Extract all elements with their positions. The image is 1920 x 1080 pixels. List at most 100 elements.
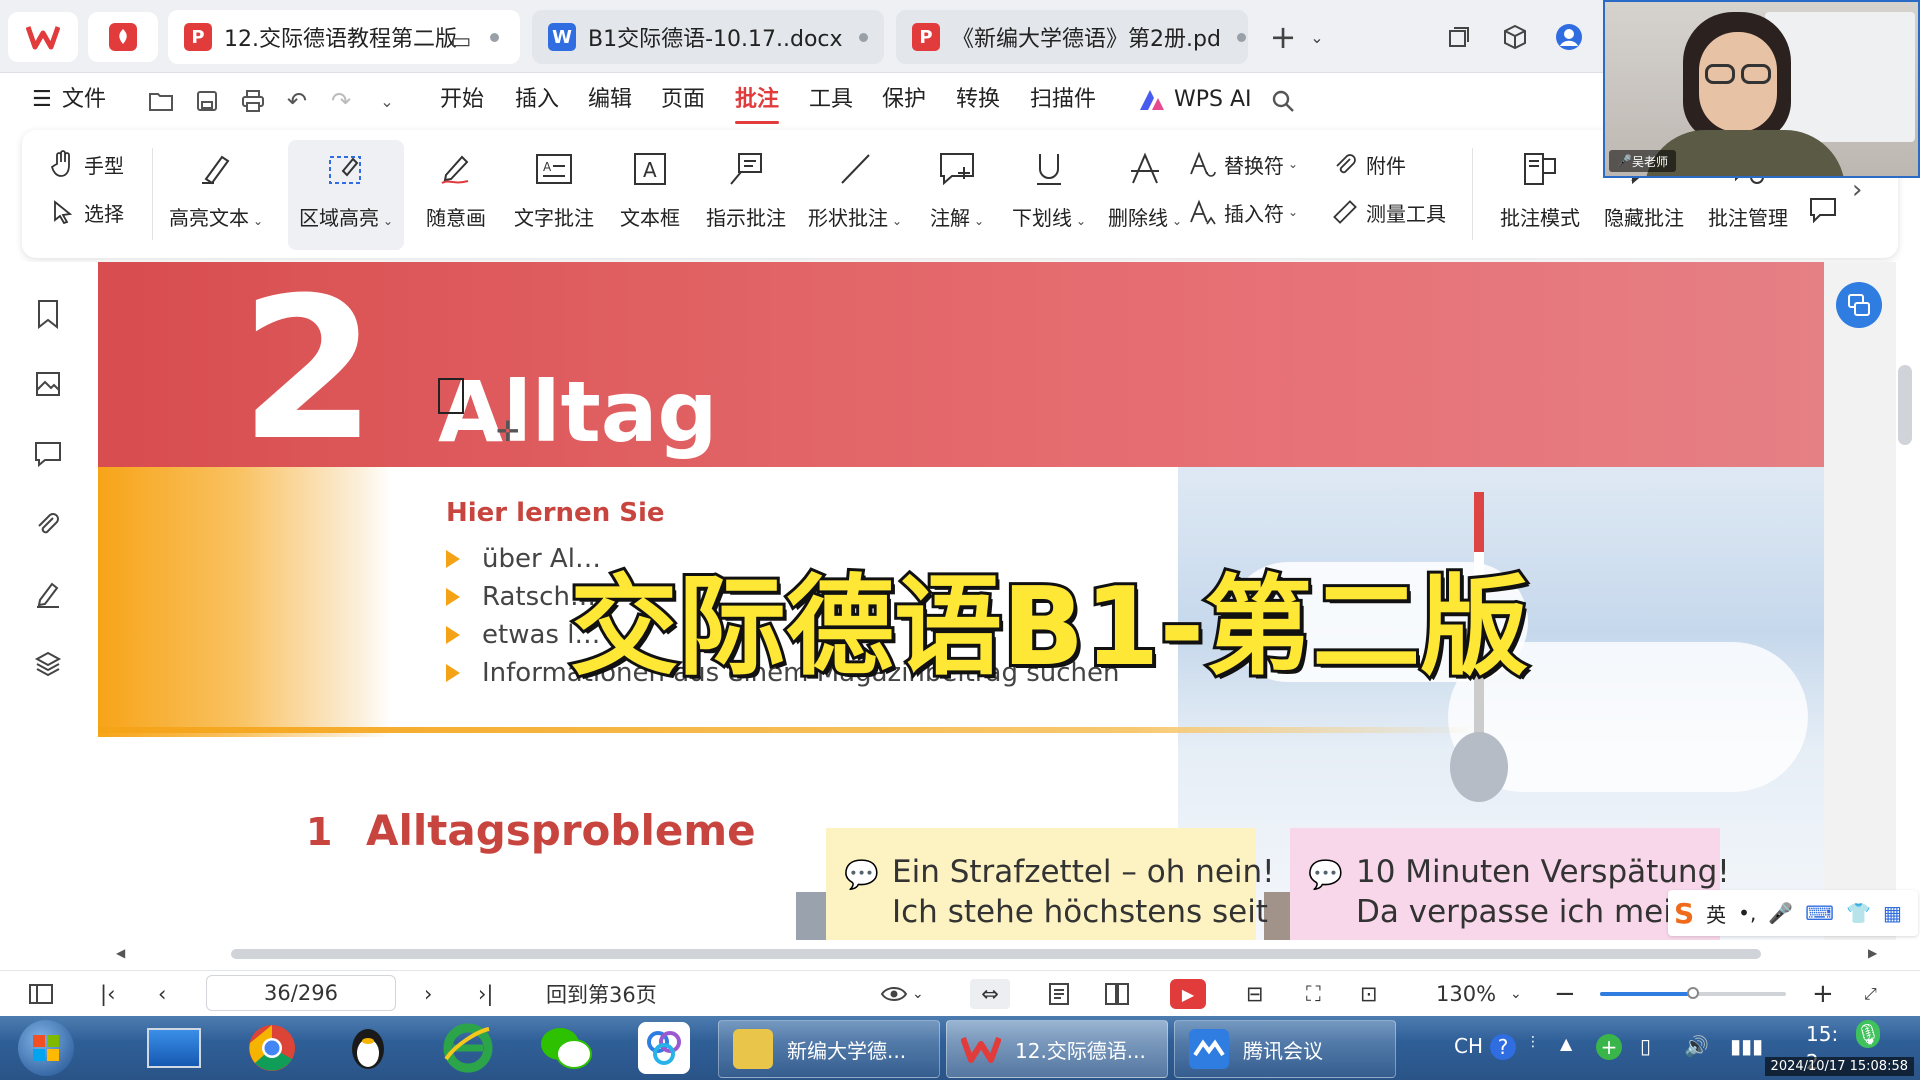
menu-item-page[interactable]: 页面 <box>661 84 705 116</box>
measure-tool-button[interactable]: 测量工具 <box>1330 194 1446 230</box>
save-icon[interactable] <box>192 86 222 116</box>
area-highlight-button[interactable]: 区域高亮 ⌄ <box>288 140 404 250</box>
tab-close-dot[interactable] <box>858 32 868 42</box>
tab-doc-2[interactable]: W B1交际德语-10.17..docx <box>532 10 884 64</box>
chevron-down-icon[interactable]: ⌄ <box>372 86 402 116</box>
fit-page-icon[interactable]: ⊟ <box>1246 979 1264 1009</box>
taskbar-app-meeting[interactable]: 腾讯会议 <box>1174 1020 1396 1078</box>
chevron-down-icon[interactable]: ⌄ <box>1510 979 1522 1009</box>
undo-icon[interactable]: ↶ <box>282 86 312 116</box>
fullscreen-icon[interactable]: ⛶ <box>1306 979 1321 1009</box>
zoom-level[interactable]: 130% <box>1436 979 1496 1009</box>
chevron-down-icon[interactable]: ⌄ <box>1302 22 1332 52</box>
vertical-scrollbar[interactable] <box>1896 262 1920 940</box>
comment-panel-icon[interactable] <box>1808 192 1838 228</box>
text-comment-button[interactable]: A 文字批注 <box>506 140 602 250</box>
fit-width-icon[interactable]: ⇔ <box>970 979 1010 1009</box>
thumbnail-icon[interactable] <box>30 366 66 402</box>
ime-lang[interactable]: 英 <box>1706 899 1726 928</box>
print-icon[interactable] <box>238 86 268 116</box>
open-folder-icon[interactable] <box>146 86 176 116</box>
menu-item-edit[interactable]: 编辑 <box>588 84 632 116</box>
comment-icon[interactable] <box>30 436 66 472</box>
menu-item-convert[interactable]: 转换 <box>956 84 1000 116</box>
ime-indicator[interactable]: CH <box>1454 1034 1483 1058</box>
volume-icon[interactable]: 🔊 <box>1684 1034 1709 1058</box>
clock-time[interactable]: 15: <box>1806 1022 1838 1046</box>
shape-comment-button[interactable]: 形状批注 ⌄ <box>800 140 910 250</box>
last-page-icon[interactable]: ›| <box>478 979 493 1009</box>
underline-button[interactable]: 下划线 ⌄ <box>1006 140 1092 250</box>
redo-icon[interactable]: ↷ <box>326 86 356 116</box>
taskbar-app-wps[interactable]: 12.交际德语... <box>946 1020 1168 1078</box>
horizontal-scrollbar[interactable]: ◀ ▶ <box>98 940 1896 970</box>
translate-float-button[interactable] <box>1836 282 1882 328</box>
signature-icon[interactable] <box>30 576 66 612</box>
wps-home-button[interactable] <box>8 12 78 62</box>
menu-item-tools[interactable]: 工具 <box>809 84 853 116</box>
menu-file[interactable]: 文件 <box>62 84 106 116</box>
pointer-comment-button[interactable]: 指示批注 <box>698 140 794 250</box>
textbox-button[interactable]: A 文本框 <box>612 140 688 250</box>
taskbar-app-folder[interactable]: 新编大学德... <box>718 1020 940 1078</box>
wechat-shortcut[interactable] <box>536 1020 596 1076</box>
pdf-app-button[interactable] <box>88 12 158 62</box>
two-page-icon[interactable] <box>1104 979 1130 1009</box>
crop-icon[interactable]: ⊡ <box>1360 979 1378 1009</box>
ie-shortcut[interactable] <box>440 1020 496 1076</box>
annotation-button[interactable]: 注解 ⌄ <box>920 140 994 250</box>
vertical-scroll-thumb[interactable] <box>1898 365 1912 445</box>
tab-close-dot[interactable] <box>1236 32 1246 42</box>
next-page-icon[interactable]: › <box>424 979 432 1009</box>
replace-mark-button[interactable]: 替换符 ⌄ <box>1188 146 1298 182</box>
security-icon[interactable]: + <box>1596 1034 1622 1060</box>
microphone-icon[interactable]: 🎤 <box>1768 901 1793 925</box>
bookmark-icon[interactable] <box>30 296 66 332</box>
page-number-input[interactable]: 36/296 <box>206 975 396 1011</box>
first-page-icon[interactable]: |‹ <box>100 979 115 1009</box>
tab-doc-3[interactable]: P 《新编大学德语》第2册.pd <box>896 10 1248 64</box>
select-tool-button[interactable]: 选择 <box>48 194 124 230</box>
search-icon[interactable] <box>1268 86 1298 116</box>
menu-item-annotate[interactable]: 批注 <box>735 84 780 124</box>
expand-icon[interactable]: ⤢ <box>1864 979 1877 1009</box>
menu-item-scan[interactable]: 扫描件 <box>1030 84 1096 116</box>
tab-close-dot[interactable] <box>490 33 499 42</box>
horizontal-scroll-thumb[interactable] <box>231 949 1761 959</box>
tray-expand-icon[interactable]: ▲ <box>1560 1034 1572 1053</box>
ime-options-icon[interactable]: ⋮ <box>1526 1034 1540 1050</box>
attachment-icon[interactable] <box>30 506 66 542</box>
wps-ai-button[interactable]: WPS AI <box>1138 84 1252 116</box>
scroll-left-icon[interactable]: ◀ <box>116 946 125 960</box>
user-avatar-icon[interactable] <box>1554 22 1584 52</box>
hamburger-icon[interactable]: ☰ <box>32 84 52 116</box>
comment-mode-button[interactable]: 批注模式 <box>1494 140 1586 250</box>
zoom-out-icon[interactable]: − <box>1554 979 1576 1009</box>
qq-shortcut[interactable] <box>340 1020 396 1076</box>
highlight-text-button[interactable]: 高亮文本 ⌄ <box>168 140 264 250</box>
eye-icon[interactable]: ⌄ <box>880 979 924 1009</box>
insert-mark-button[interactable]: 插入符 ⌄ <box>1188 194 1298 230</box>
power-icon[interactable]: ▯ <box>1640 1034 1651 1058</box>
strikethrough-button[interactable]: 删除线 ⌄ <box>1102 140 1188 250</box>
skin-icon[interactable]: 👕 <box>1846 901 1871 925</box>
menu-item-protect[interactable]: 保护 <box>882 84 926 116</box>
grid-icon[interactable]: ▦ <box>1883 901 1902 925</box>
window-restore-icon[interactable] <box>1444 22 1474 52</box>
area-selection-box[interactable] <box>438 378 464 414</box>
single-page-icon[interactable] <box>1048 979 1070 1009</box>
freehand-button[interactable]: 随意画 <box>416 140 496 250</box>
sidebar-toggle-icon[interactable] <box>28 979 54 1009</box>
app-shortcut[interactable] <box>636 1020 692 1076</box>
punctuation-icon[interactable]: •, <box>1738 901 1756 925</box>
chrome-shortcut[interactable] <box>244 1020 300 1076</box>
hand-tool-button[interactable]: 手型 <box>48 146 124 182</box>
network-icon[interactable]: ▮▮▮ <box>1730 1034 1763 1058</box>
new-tab-icon[interactable]: + <box>1268 18 1298 56</box>
start-button[interactable] <box>14 1020 78 1076</box>
zoom-slider-knob[interactable] <box>1687 987 1699 999</box>
ime-toolbar[interactable]: S 英 •, 🎤 ⌨ 👕 ▦ <box>1668 890 1918 936</box>
layers-icon[interactable] <box>30 646 66 682</box>
keyboard-icon[interactable]: ⌨ <box>1805 901 1834 925</box>
scroll-right-icon[interactable]: ▶ <box>1868 946 1877 960</box>
